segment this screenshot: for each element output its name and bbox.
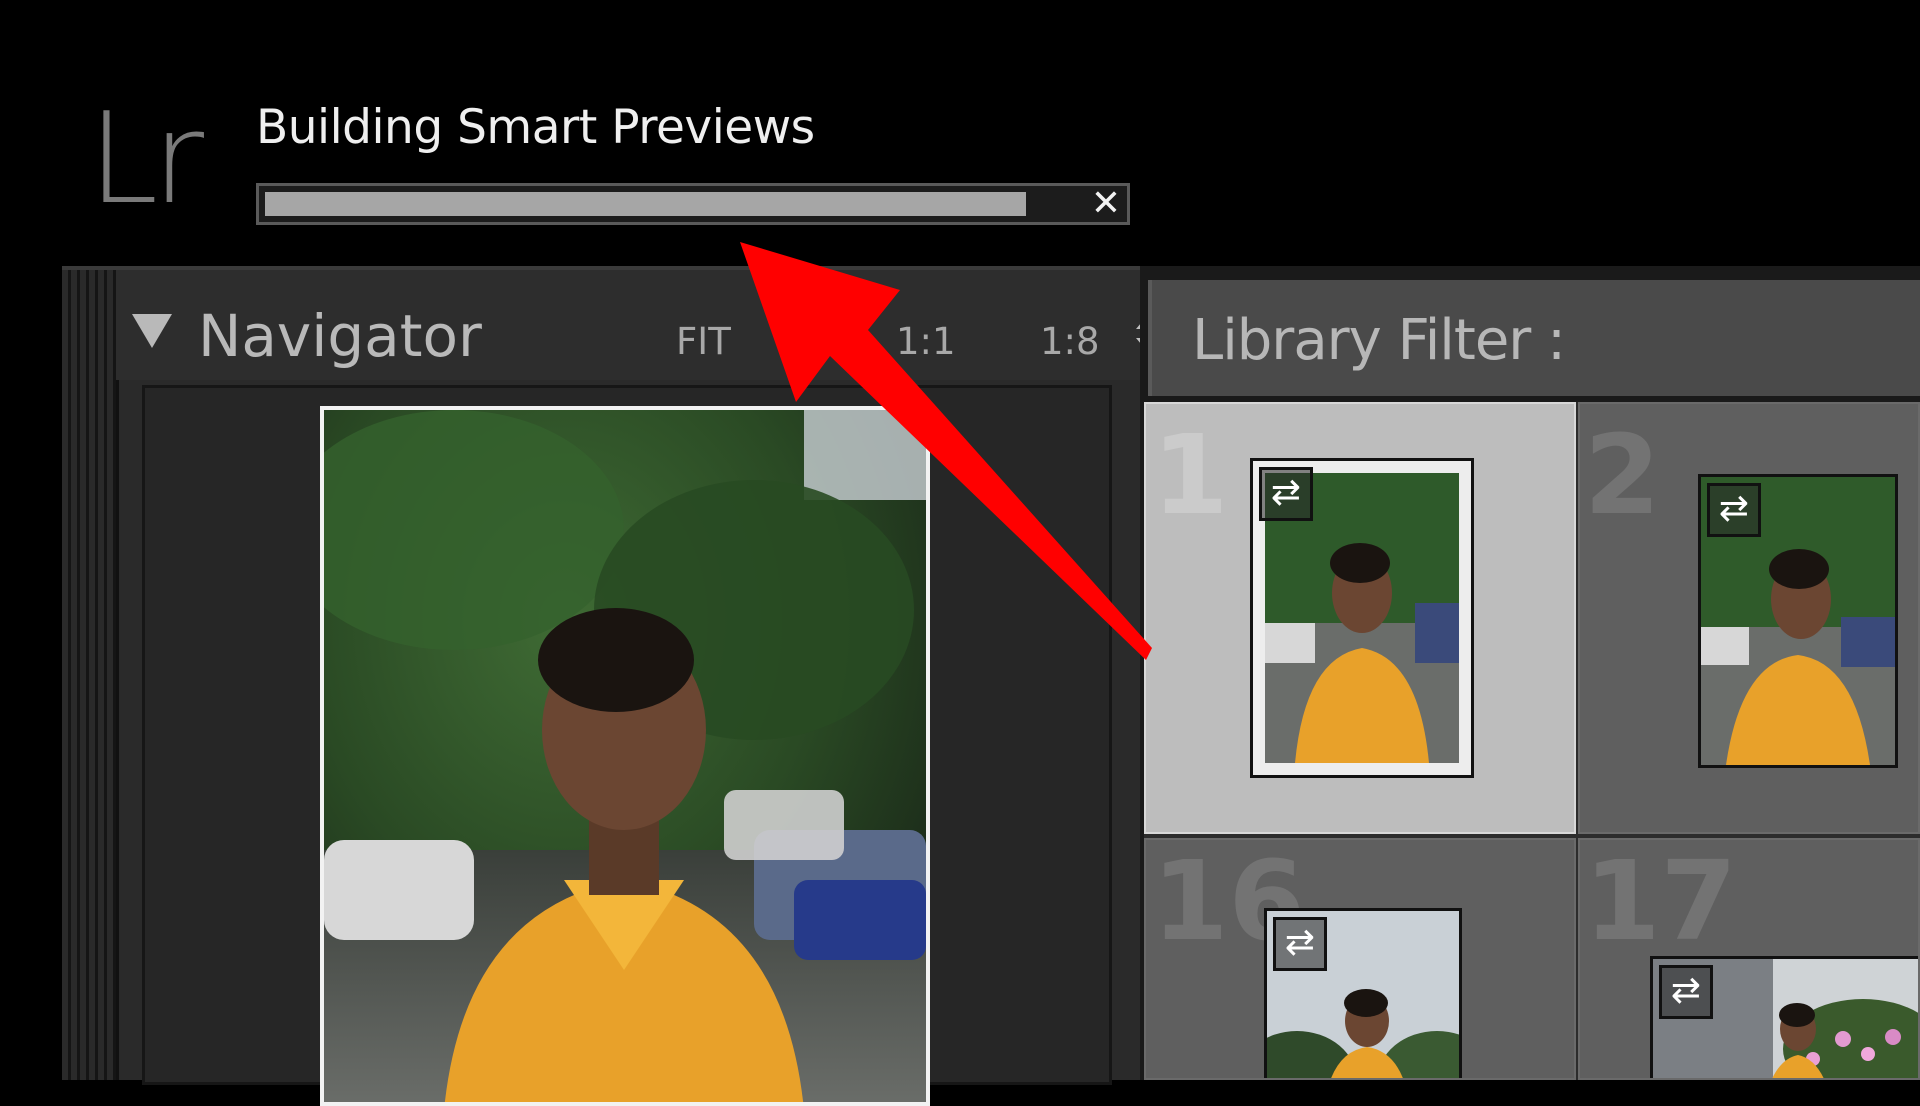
navigator-title: Navigator <box>198 302 482 370</box>
grid-cell-2[interactable]: 2 ⇄ <box>1578 402 1920 834</box>
zoom-fill[interactable]: FI <box>790 320 822 363</box>
portrait-photo <box>324 410 926 1102</box>
cell-number: 17 <box>1584 838 1738 965</box>
smart-preview-icon: ⇄ <box>1273 917 1327 971</box>
zoom-one-to-eight[interactable]: 1:8 <box>1040 320 1100 363</box>
grid-cell-16[interactable]: 16 ⇄ <box>1144 838 1576 1080</box>
cell-number: 2 <box>1584 411 1661 539</box>
smart-preview-icon: ⇄ <box>1659 965 1713 1019</box>
zoom-fit[interactable]: FIT <box>676 320 731 363</box>
navigator-preview-image[interactable] <box>320 406 930 1106</box>
progress-bar: ✕ <box>256 183 1130 225</box>
lightroom-logo: Lr <box>88 85 204 232</box>
smart-preview-icon: ⇄ <box>1259 467 1313 521</box>
smart-preview-icon: ⇄ <box>1707 483 1761 537</box>
navigator-header[interactable]: Navigator FIT FI 1:1 1:8 <box>116 270 1158 380</box>
progress-bar-fill <box>265 192 1026 216</box>
thumbnail[interactable]: ⇄ <box>1250 458 1474 778</box>
grid-cell-1[interactable]: 1 ⇄ <box>1144 402 1576 834</box>
thumbnail[interactable]: ⇄ <box>1698 474 1898 768</box>
thumbnail[interactable]: ⇄ <box>1650 956 1918 1078</box>
panel-edge-handle[interactable] <box>62 270 119 1080</box>
zoom-one-to-one[interactable]: 1:1 <box>896 320 956 363</box>
library-grid-panel: Library Filter : 1 ⇄ 2 ⇄ 16 ⇄ 17 ⇄ <box>1140 266 1920 1080</box>
collapse-triangle-icon[interactable] <box>132 314 172 348</box>
grid-cell-17[interactable]: 17 ⇄ <box>1578 838 1920 1080</box>
left-panel: Navigator FIT FI 1:1 1:8 <box>62 266 1158 1106</box>
progress-title: Building Smart Previews <box>256 100 815 155</box>
library-filter-bar[interactable]: Library Filter : <box>1148 280 1920 396</box>
thumbnail-grid: 1 ⇄ 2 ⇄ 16 ⇄ 17 ⇄ <box>1144 402 1920 1080</box>
close-icon[interactable]: ✕ <box>1089 186 1123 222</box>
thumbnail[interactable]: ⇄ <box>1264 908 1462 1078</box>
cell-number: 1 <box>1152 411 1229 539</box>
library-filter-label: Library Filter : <box>1192 308 1566 373</box>
